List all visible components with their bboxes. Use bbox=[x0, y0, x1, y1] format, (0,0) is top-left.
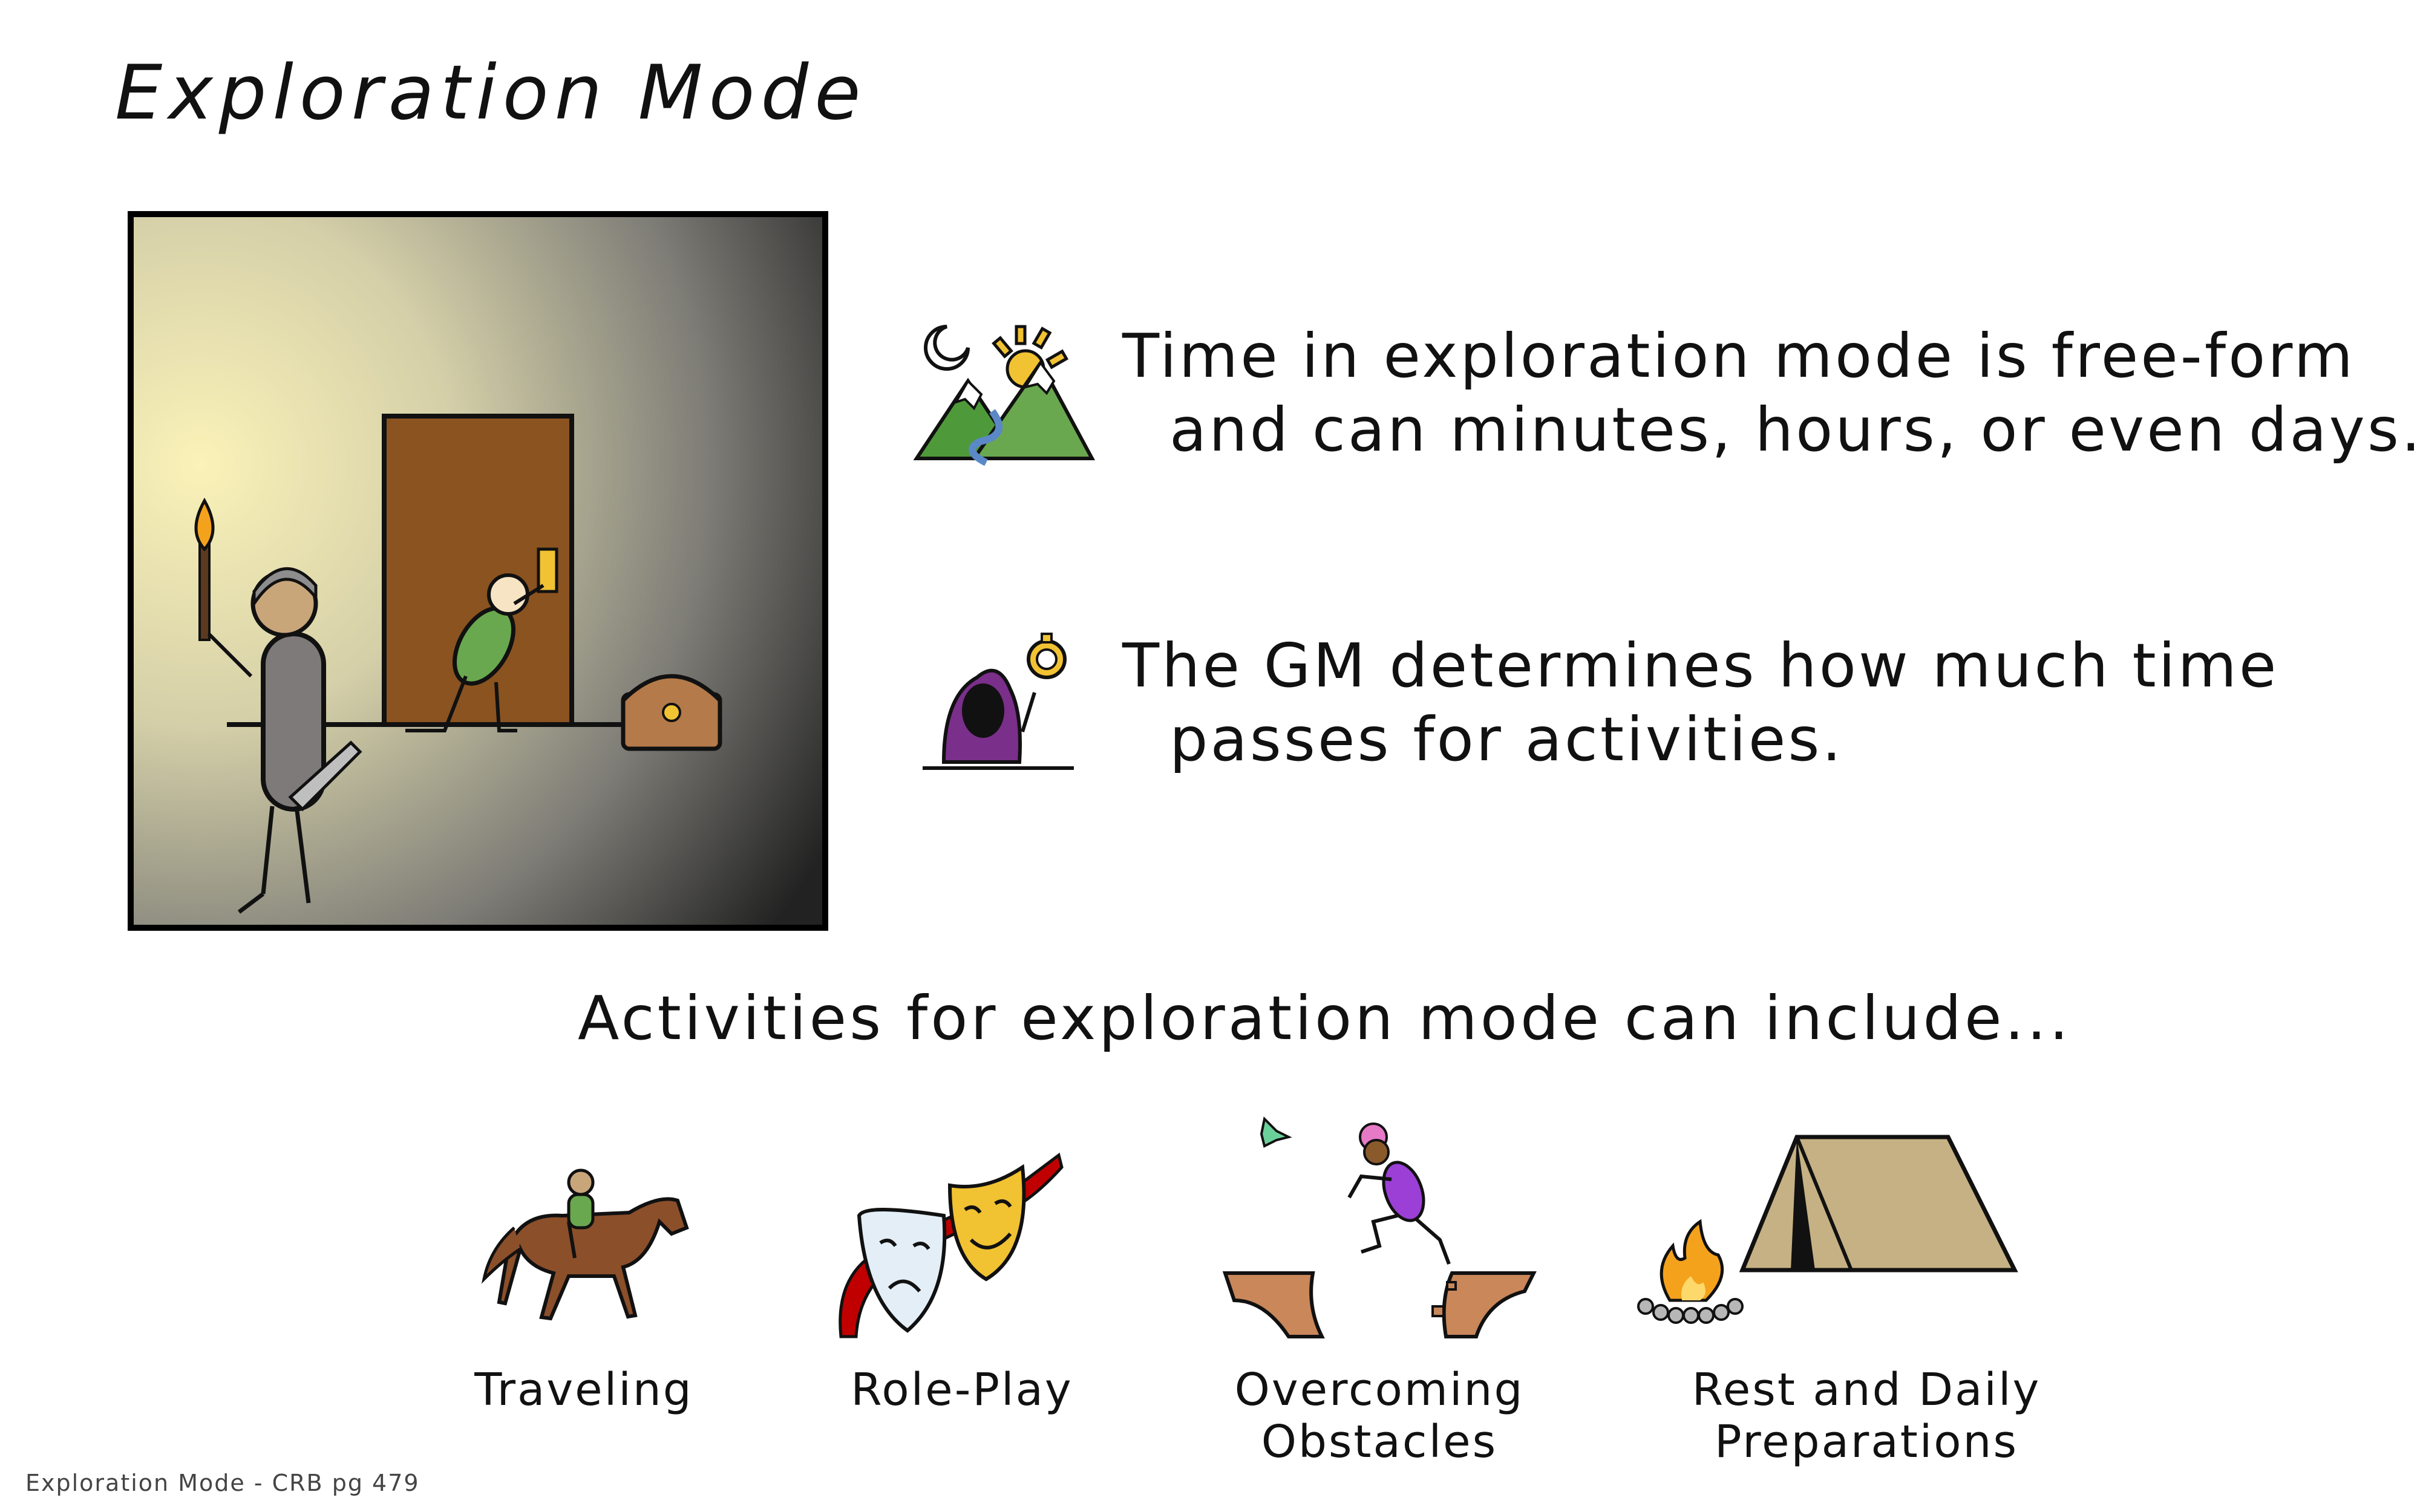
activities-heading: Activities for exploration mode can incl… bbox=[578, 983, 2072, 1054]
activity-label-line: Role-Play bbox=[851, 1364, 1073, 1416]
page-title: Exploration Mode bbox=[115, 50, 867, 137]
bullet-line: and can minutes, hours, or even days. bbox=[1169, 394, 2420, 465]
hooded-gm-stopwatch-icon bbox=[923, 633, 1074, 770]
activity-overcoming-obstacles: Overcoming Obstacles bbox=[1228, 1364, 1531, 1468]
treasure-chest-icon bbox=[621, 674, 722, 751]
activity-role-play: Role-Play bbox=[838, 1364, 1086, 1416]
jumping-chasm-icon bbox=[1222, 1116, 1537, 1338]
activity-label-line: Rest and Daily bbox=[1692, 1364, 2041, 1416]
activity-label-line: Preparations bbox=[1714, 1416, 2019, 1468]
horse-rider-icon bbox=[481, 1168, 689, 1321]
dungeon-scene-illustration bbox=[128, 211, 828, 931]
bullet-line: passes for activities. bbox=[1169, 704, 1844, 775]
bullet-line: Time in exploration mode is free-form bbox=[1122, 321, 2356, 391]
activity-traveling: Traveling bbox=[460, 1364, 708, 1416]
activity-rest-daily-preparations: Rest and Daily Preparations bbox=[1679, 1364, 2054, 1468]
activity-label-line: Overcoming bbox=[1234, 1364, 1525, 1416]
activity-label-line: Traveling bbox=[474, 1364, 693, 1416]
campfire-tent-icon bbox=[1637, 1135, 2018, 1324]
footer-caption: Exploration Mode - CRB pg 479 bbox=[25, 1470, 420, 1496]
bullet-gm-determines: The GM determines how much time passes f… bbox=[1122, 629, 2278, 777]
mountains-day-night-icon bbox=[914, 325, 1095, 466]
activity-label-line: Obstacles bbox=[1261, 1416, 1498, 1468]
bullet-time-freeform: Time in exploration mode is free-form an… bbox=[1122, 319, 2420, 467]
theater-masks-icon bbox=[839, 1152, 1064, 1338]
bullet-line: The GM determines how much time bbox=[1122, 630, 2279, 701]
